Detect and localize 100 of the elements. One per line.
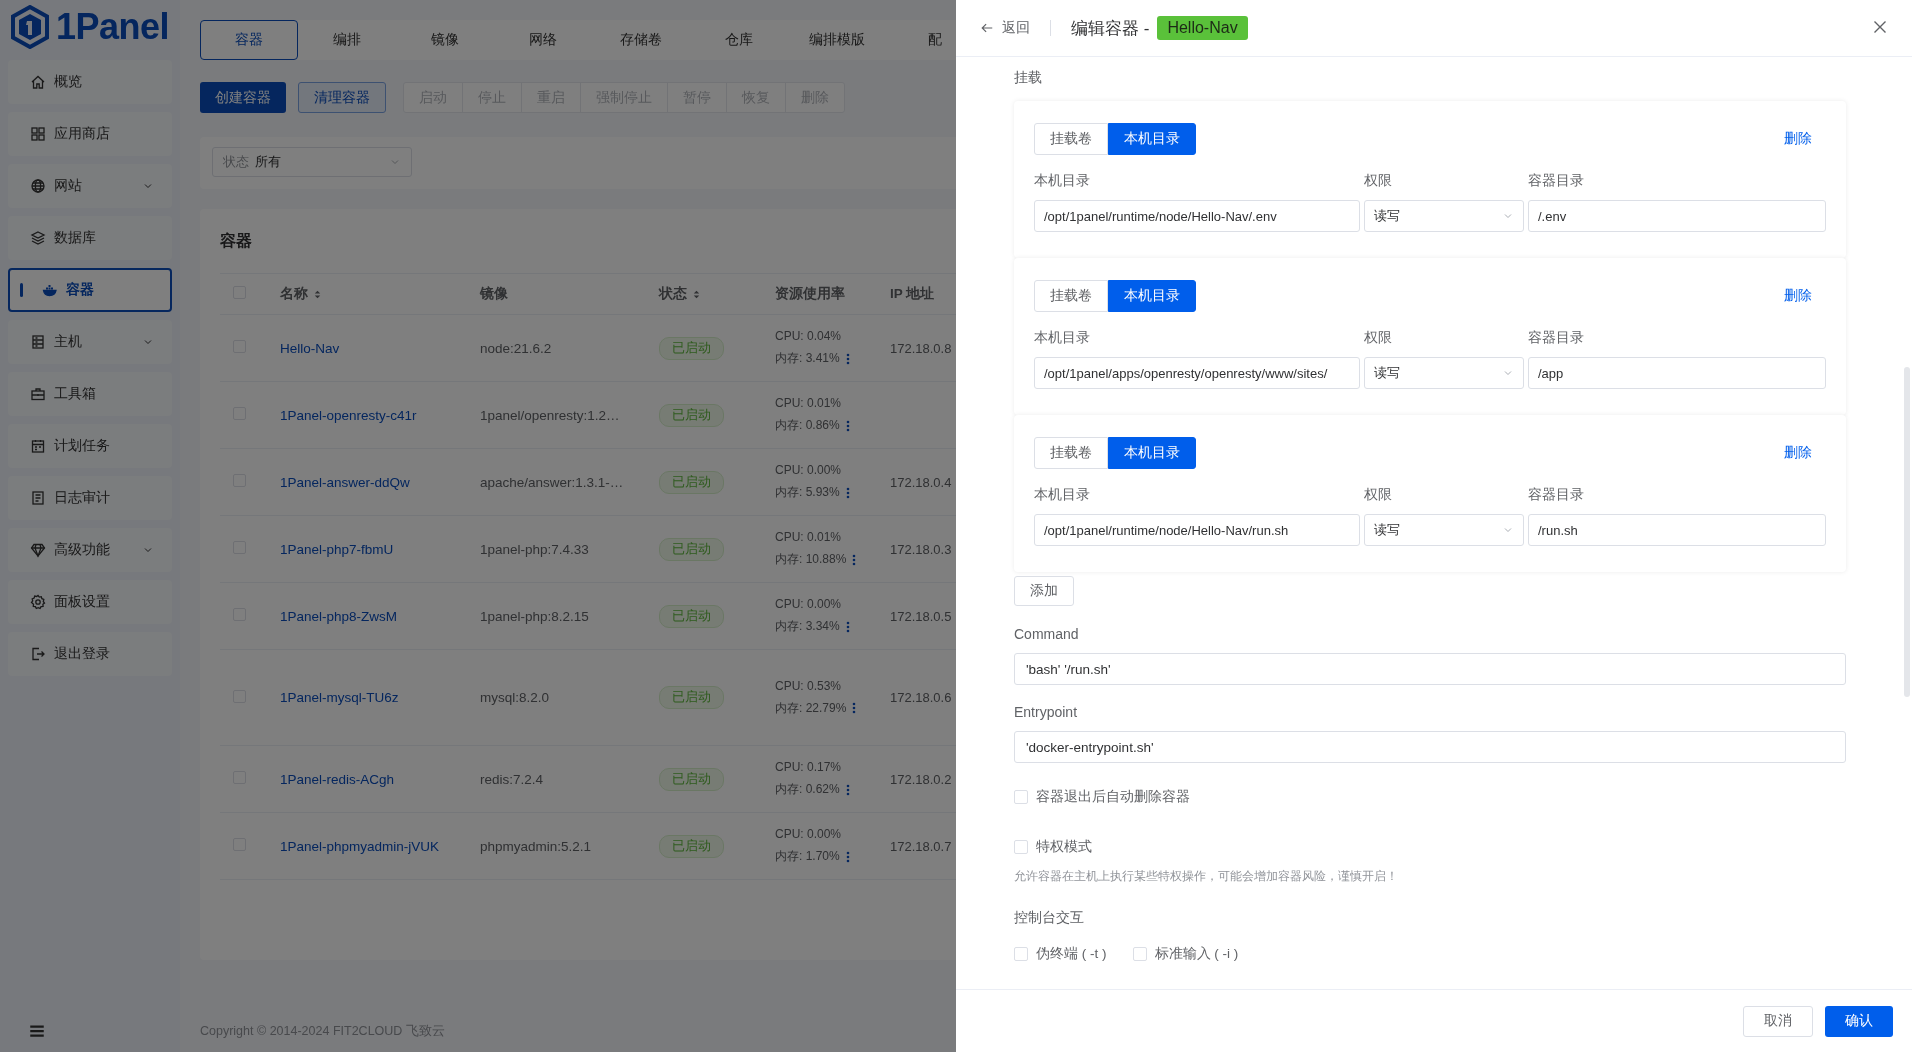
- document-icon: [30, 490, 46, 506]
- checkbox[interactable]: [1014, 790, 1028, 804]
- tab[interactable]: 容器: [200, 20, 298, 60]
- home-icon: [30, 74, 46, 90]
- field-label: 容器目录: [1528, 173, 1584, 188]
- field-label: Entrypoint: [1014, 704, 1078, 720]
- cpu-usage: CPU: 0.01%: [775, 396, 842, 410]
- column-header[interactable]: 状态: [659, 285, 775, 303]
- container-name-link[interactable]: Hello-Nav: [280, 340, 340, 356]
- input-field[interactable]: /app: [1528, 357, 1826, 389]
- delete-link[interactable]: 删除: [1784, 130, 1812, 148]
- hint-text: 允许容器在主机上执行某些特权操作，可能会增加容器风险，谨慎开启！: [1014, 869, 1399, 884]
- status-tag: 已启动: [659, 604, 724, 628]
- calendar-icon: [30, 438, 46, 454]
- container-name-link[interactable]: 1Panel-openresty-c41r: [280, 407, 417, 423]
- more-icon[interactable]: [845, 352, 850, 365]
- tab[interactable]: 镜像: [396, 20, 494, 60]
- more-icon[interactable]: [852, 553, 857, 566]
- ip-cell: 172.18.0.4: [890, 474, 952, 490]
- input-field[interactable]: /opt/1panel/apps/openresty/openresty/www/sites/: [1034, 357, 1360, 389]
- container-name-link[interactable]: 1Panel-mysql-TU6z: [280, 690, 399, 705]
- cpu-usage: CPU: 0.00%: [775, 463, 842, 477]
- field-label: 容器目录: [1528, 487, 1584, 502]
- active-indicator: [20, 283, 23, 297]
- checkbox-label: 特权模式: [1036, 838, 1092, 856]
- tab[interactable]: 编排: [298, 20, 396, 60]
- mount-type-option[interactable]: 本机目录: [1108, 123, 1196, 155]
- input-field[interactable]: /run.sh: [1528, 514, 1826, 546]
- diamond-icon: [30, 542, 46, 558]
- permission-select[interactable]: 读写: [1364, 514, 1524, 546]
- command-field[interactable]: 'bash' '/run.sh': [1014, 653, 1846, 685]
- container-name-link[interactable]: 1Panel-php7-fbmU: [280, 541, 394, 557]
- tab[interactable]: 编排模版: [788, 20, 886, 60]
- tab[interactable]: 网络: [494, 20, 592, 60]
- input-field[interactable]: /opt/1panel/runtime/node/Hello-Nav/run.sh: [1034, 514, 1360, 546]
- ip-cell: 172.18.0.5: [890, 608, 952, 624]
- sidebar-item[interactable]: 容器: [8, 268, 172, 312]
- toolbox-icon: [30, 386, 46, 402]
- container-name-link[interactable]: 1Panel-redis-ACgh: [280, 771, 395, 787]
- scrollbar[interactable]: [1904, 367, 1910, 697]
- mount-type-option[interactable]: 本机目录: [1108, 437, 1196, 469]
- field-label: 本机目录: [1034, 173, 1090, 188]
- container-name-link[interactable]: 1Panel-answer-ddQw: [280, 474, 410, 490]
- permission-select[interactable]: 读写: [1364, 357, 1524, 389]
- container-name-link[interactable]: 1Panel-php8-ZwsM: [280, 608, 398, 624]
- mount-type-option[interactable]: 挂载卷: [1034, 123, 1108, 155]
- mount-type-option[interactable]: 挂载卷: [1034, 280, 1108, 312]
- memory-usage: 内存: 5.93%: [775, 484, 840, 501]
- checkbox[interactable]: [1014, 947, 1028, 961]
- field-label: 控制台交互: [1014, 909, 1084, 925]
- table-title: 容器: [220, 231, 253, 251]
- memory-usage: 内存: 3.41%: [775, 350, 840, 367]
- field-label: 容器目录: [1528, 330, 1584, 345]
- add-button[interactable]: 添加: [1014, 576, 1074, 606]
- tab[interactable]: 存储卷: [592, 20, 690, 60]
- checkbox-label: 伪终端 ( -t ): [1036, 945, 1107, 963]
- menu-icon: [28, 1022, 46, 1040]
- memory-usage: 内存: 3.34%: [775, 618, 840, 635]
- more-icon[interactable]: [845, 486, 850, 499]
- container-tag: Hello-Nav: [1157, 16, 1248, 40]
- mount-type-option[interactable]: 本机目录: [1108, 280, 1196, 312]
- status-tag: 已启动: [659, 686, 724, 709]
- cpu-usage: CPU: 0.53%: [775, 678, 842, 693]
- memory-usage: 内存: 22.79%: [775, 699, 847, 717]
- logo-icon: [10, 5, 50, 49]
- image-cell: apache/answer:1.3.1-…: [480, 474, 624, 490]
- back-link[interactable]: 返回: [980, 19, 1030, 37]
- field-label: 本机目录: [1034, 330, 1090, 345]
- logo-text: 1Panel: [56, 7, 170, 47]
- more-icon[interactable]: [845, 620, 850, 633]
- input-field[interactable]: /.env: [1528, 200, 1826, 232]
- column-header[interactable]: 名称: [280, 285, 480, 303]
- more-icon[interactable]: [852, 702, 857, 714]
- more-icon[interactable]: [845, 850, 850, 863]
- more-icon[interactable]: [845, 419, 850, 432]
- image-cell: phpmyadmin:5.2.1: [480, 838, 592, 854]
- more-icon[interactable]: [845, 783, 850, 796]
- drawer-title: 编辑容器 -: [1071, 17, 1150, 40]
- tab[interactable]: 配: [886, 20, 956, 60]
- delete-link[interactable]: 删除: [1784, 444, 1812, 462]
- checkbox[interactable]: [1014, 840, 1028, 854]
- tab[interactable]: 仓库: [690, 20, 788, 60]
- cpu-usage: CPU: 0.17%: [775, 760, 842, 774]
- create-button[interactable]: 创建容器: [200, 82, 286, 113]
- globe-icon: [30, 178, 46, 194]
- status-tag: 已启动: [659, 834, 724, 858]
- input-field[interactable]: /opt/1panel/runtime/node/Hello-Nav/.env: [1034, 200, 1360, 232]
- image-cell: 1panel/openresty:1.2…: [480, 407, 620, 423]
- cancel-button[interactable]: 取消: [1743, 1005, 1813, 1037]
- permission-select[interactable]: 读写: [1364, 200, 1524, 232]
- confirm-button[interactable]: 确认: [1825, 1005, 1893, 1037]
- delete-link[interactable]: 删除: [1784, 287, 1812, 305]
- grid-icon: [30, 126, 46, 142]
- clean-button[interactable]: 清理容器: [298, 82, 386, 113]
- container-name-link[interactable]: 1Panel-phpmyadmin-jVUK: [280, 838, 440, 854]
- entrypoint-field[interactable]: 'docker-entrypoint.sh': [1014, 731, 1846, 763]
- mount-type-option[interactable]: 挂载卷: [1034, 437, 1108, 469]
- ip-cell: 172.18.0.6: [890, 690, 952, 705]
- checkbox[interactable]: [1132, 947, 1147, 961]
- memory-usage: 内存: 1.70%: [775, 848, 840, 865]
